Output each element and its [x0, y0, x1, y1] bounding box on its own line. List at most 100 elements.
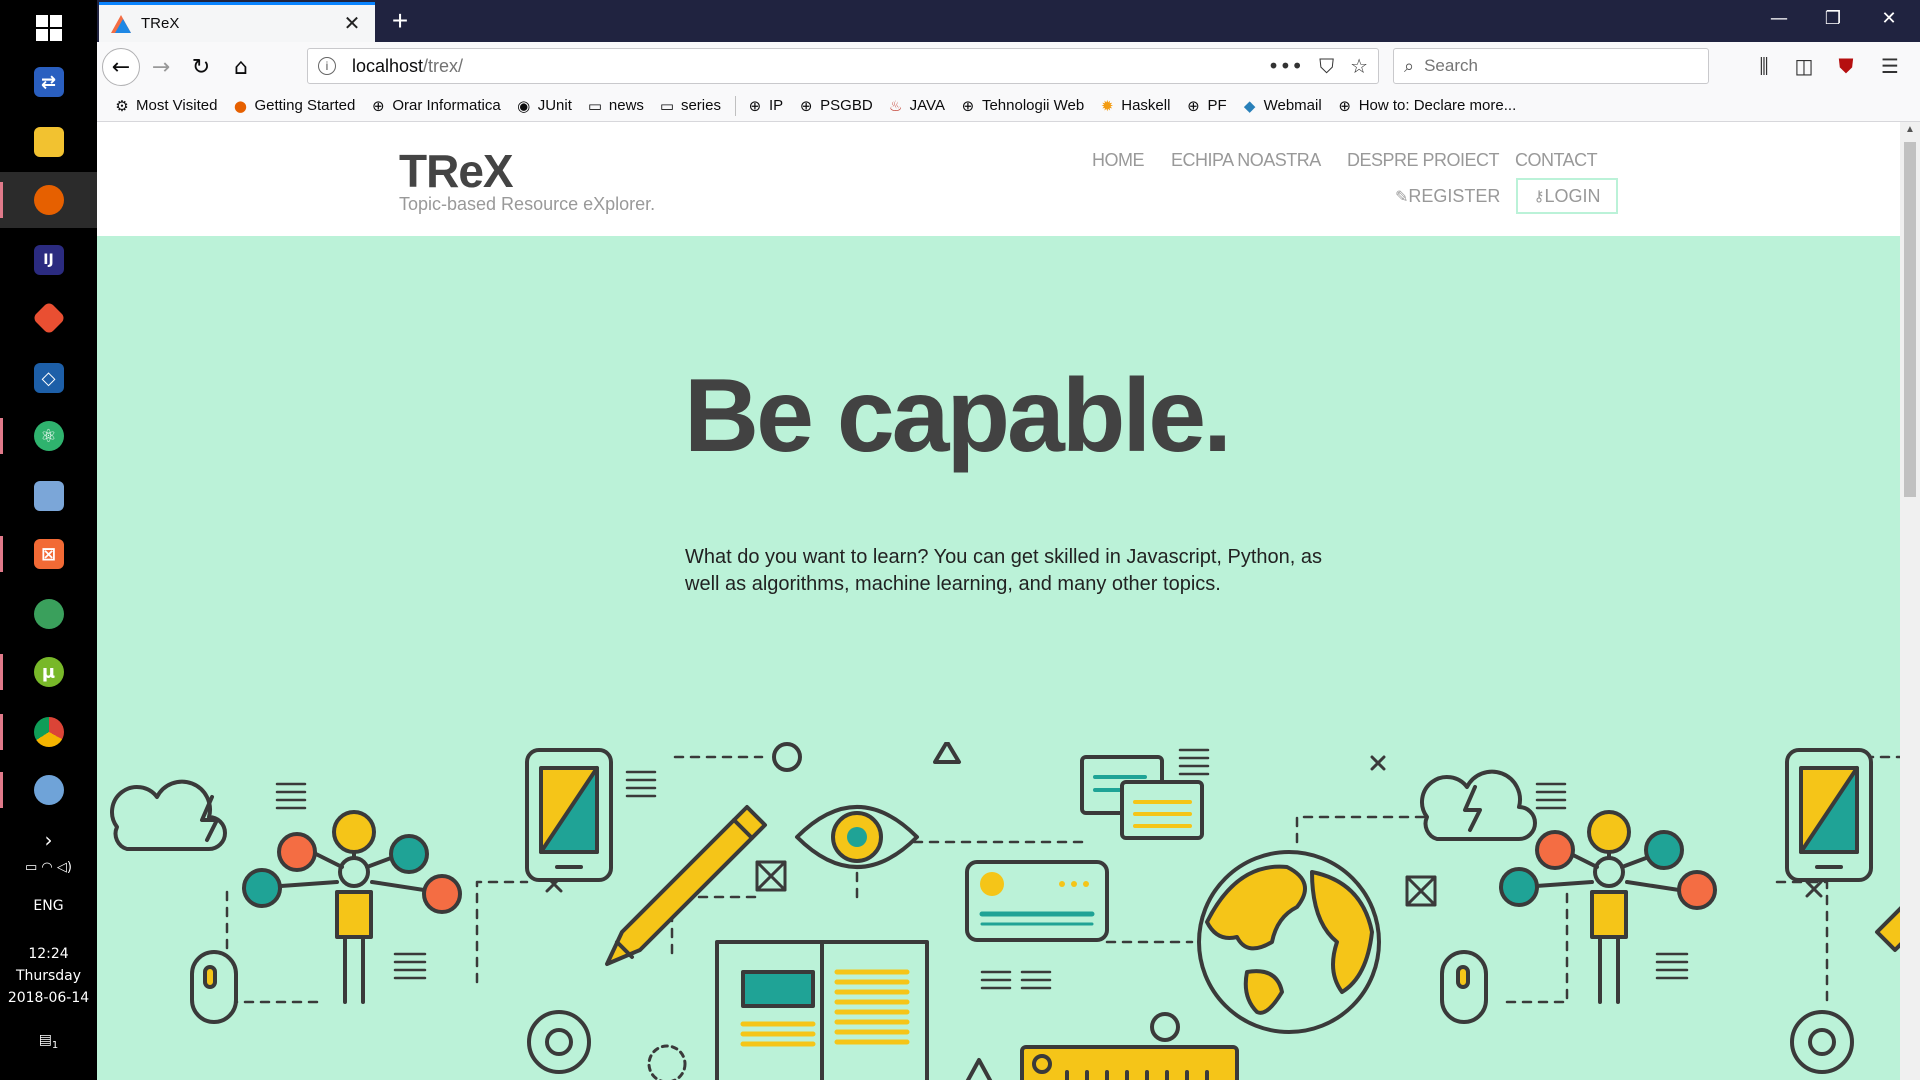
search-icon: ⌕ — [1404, 55, 1415, 77]
taskbar-xampp[interactable]: ⊠ — [0, 526, 97, 582]
bookmark-label: JAVA — [909, 97, 945, 114]
start-button[interactable] — [0, 0, 97, 56]
system-tray-icons[interactable]: ▭ ◠ ◁) — [0, 860, 97, 875]
back-button[interactable]: ← — [102, 48, 140, 86]
show-hidden-icons-button[interactable]: › — [0, 828, 97, 852]
bookmark-most-visited[interactable]: ⚙ Most Visited — [113, 97, 217, 115]
url-text[interactable]: localhost/trex/ — [352, 56, 1252, 77]
taskbar-atom[interactable]: ⚛ — [0, 408, 97, 464]
taskbar-chrome[interactable] — [0, 704, 97, 760]
language-indicator[interactable]: ENG — [0, 898, 97, 914]
firefox-window: TReX ✕ + — ❐ ✕ ← → ↻ ⌂ i localhost/trex/… — [97, 0, 1920, 1080]
bookmark-getting-started[interactable]: ● Getting Started — [231, 97, 355, 115]
bookmark-how-to-declare[interactable]: ⊕ How to: Declare more... — [1336, 97, 1516, 115]
bookmark-label: Getting Started — [254, 97, 356, 114]
key-icon: ⚷ — [1533, 187, 1545, 205]
folder-icon: ▭ — [587, 96, 602, 115]
login-button[interactable]: ⚷ LOGIN — [1516, 178, 1618, 214]
taskbar-git[interactable] — [0, 290, 97, 346]
restore-button[interactable]: ❐ — [1813, 8, 1853, 29]
taskbar-virtualbox[interactable]: ◇ — [0, 350, 97, 406]
url-bar[interactable]: i localhost/trex/ ••• ⛉ ☆ — [307, 48, 1379, 84]
bookmark-news[interactable]: ▭ news — [586, 97, 644, 115]
register-link[interactable]: ✎REGISTER — [1395, 186, 1500, 207]
sun-icon: ✹ — [1100, 96, 1114, 115]
bookmark-tehnologii-web[interactable]: ⊕ Tehnologii Web — [959, 97, 1085, 115]
bookmark-orar-informatica[interactable]: ⊕ Orar Informatica — [369, 97, 501, 115]
site-tagline: Topic-based Resource eXplorer. — [399, 194, 656, 214]
taskbar-firefox[interactable] — [0, 172, 97, 228]
taskbar-android-studio[interactable] — [0, 586, 97, 642]
utorrent-icon: μ — [33, 657, 64, 687]
close-tab-icon[interactable]: ✕ — [341, 11, 363, 36]
reload-button[interactable]: ↻ — [183, 49, 219, 85]
database-icon — [33, 481, 64, 511]
clock-time[interactable]: 12:24 — [0, 946, 97, 962]
register-label: REGISTER — [1408, 186, 1501, 206]
bookmark-psgbd[interactable]: ⊕ PSGBD — [797, 97, 873, 115]
forward-button[interactable]: → — [143, 49, 179, 85]
search-input[interactable] — [1424, 56, 1675, 76]
java-icon: ♨ — [888, 96, 903, 115]
bookmarks-toolbar: ⚙ Most Visited ● Getting Started ⊕ Orar Inf… — [97, 90, 1920, 122]
nav-despre-proiect[interactable]: DESPRE PROIECT — [1347, 150, 1500, 171]
bookmark-label: JUnit — [537, 97, 572, 114]
bookmark-webmail[interactable]: ◆ Webmail — [1241, 97, 1322, 115]
bookmark-series[interactable]: ▭ series — [658, 97, 721, 115]
trex-favicon-icon — [111, 14, 131, 33]
bookmark-label: PSGBD — [820, 97, 873, 114]
paint-icon — [33, 775, 64, 805]
page-viewport: TReX Topic-based Resource eXplorer. HOME… — [97, 122, 1900, 1080]
search-bar[interactable]: ⌕ — [1393, 48, 1709, 84]
taskbar-database[interactable] — [0, 468, 97, 524]
nav-echipa-noastra[interactable]: ECHIPA NOASTRA — [1171, 150, 1321, 171]
library-icon[interactable]: ⫼ — [1749, 54, 1779, 78]
bookmark-junit[interactable]: ◉ JUnit — [515, 97, 572, 115]
mail-icon: ◆ — [1243, 96, 1256, 115]
notification-icon: ▤ — [38, 1032, 52, 1048]
site-logo[interactable]: TReX — [399, 144, 514, 198]
taskbar-utorrent[interactable]: μ — [0, 644, 97, 700]
firefox-icon: ● — [233, 96, 247, 115]
taskbar-intellij[interactable]: IJ — [0, 232, 97, 288]
menu-icon[interactable]: ☰ — [1875, 54, 1905, 78]
globe-icon: ⊕ — [748, 96, 762, 115]
bookmark-label: series — [680, 97, 721, 114]
hero-title: Be capable. — [684, 358, 1232, 474]
close-window-button[interactable]: ✕ — [1869, 8, 1909, 29]
pocket-icon[interactable]: ⛉ — [1319, 54, 1334, 78]
page-actions-icon[interactable]: ••• — [1268, 54, 1303, 78]
bookmark-pf[interactable]: ⊕ PF — [1184, 97, 1226, 115]
taskbar-file-explorer[interactable] — [0, 114, 97, 170]
url-path: /trex/ — [423, 55, 464, 76]
nav-contact[interactable]: CONTACT — [1515, 150, 1598, 171]
hero-illustration — [110, 742, 1900, 1080]
bookmark-haskell[interactable]: ✹ Haskell — [1098, 97, 1170, 115]
firefox-icon — [33, 185, 64, 215]
browser-tab-active[interactable]: TReX ✕ — [99, 2, 375, 42]
folder-icon: ▭ — [659, 96, 675, 115]
scrollbar-thumb[interactable] — [1904, 142, 1916, 497]
minimize-button[interactable]: — — [1759, 8, 1799, 29]
hero-description: What do you want to learn? You can get s… — [685, 546, 1323, 595]
home-button[interactable]: ⌂ — [223, 49, 259, 85]
nav-home[interactable]: HOME — [1092, 150, 1145, 171]
title-bar: TReX ✕ + — ❐ ✕ — [97, 0, 1920, 42]
taskbar-paint[interactable] — [0, 762, 97, 818]
bookmark-star-icon[interactable]: ☆ — [1350, 54, 1368, 78]
bookmark-label: news — [608, 97, 644, 114]
bookmark-label: Haskell — [1121, 97, 1171, 114]
taskbar-network-app[interactable]: ⇄ — [0, 54, 97, 110]
page-scrollbar[interactable]: ▲ — [1900, 122, 1920, 1080]
ublock-icon[interactable]: ⛊ — [1831, 54, 1861, 78]
login-label: LOGIN — [1544, 185, 1601, 206]
sidebar-icon[interactable]: ◫ — [1789, 54, 1819, 78]
bookmark-label: Tehnologii Web — [981, 97, 1085, 114]
scroll-up-arrow-icon[interactable]: ▲ — [1904, 124, 1916, 135]
action-center-button[interactable]: ▤1 — [0, 1032, 97, 1051]
bookmark-ip[interactable]: ⊕ IP — [746, 97, 783, 115]
bookmark-java[interactable]: ♨ JAVA — [887, 97, 945, 115]
site-info-icon[interactable]: i — [318, 57, 336, 75]
new-tab-button[interactable]: + — [385, 6, 415, 36]
clock-day: Thursday — [15, 968, 82, 984]
